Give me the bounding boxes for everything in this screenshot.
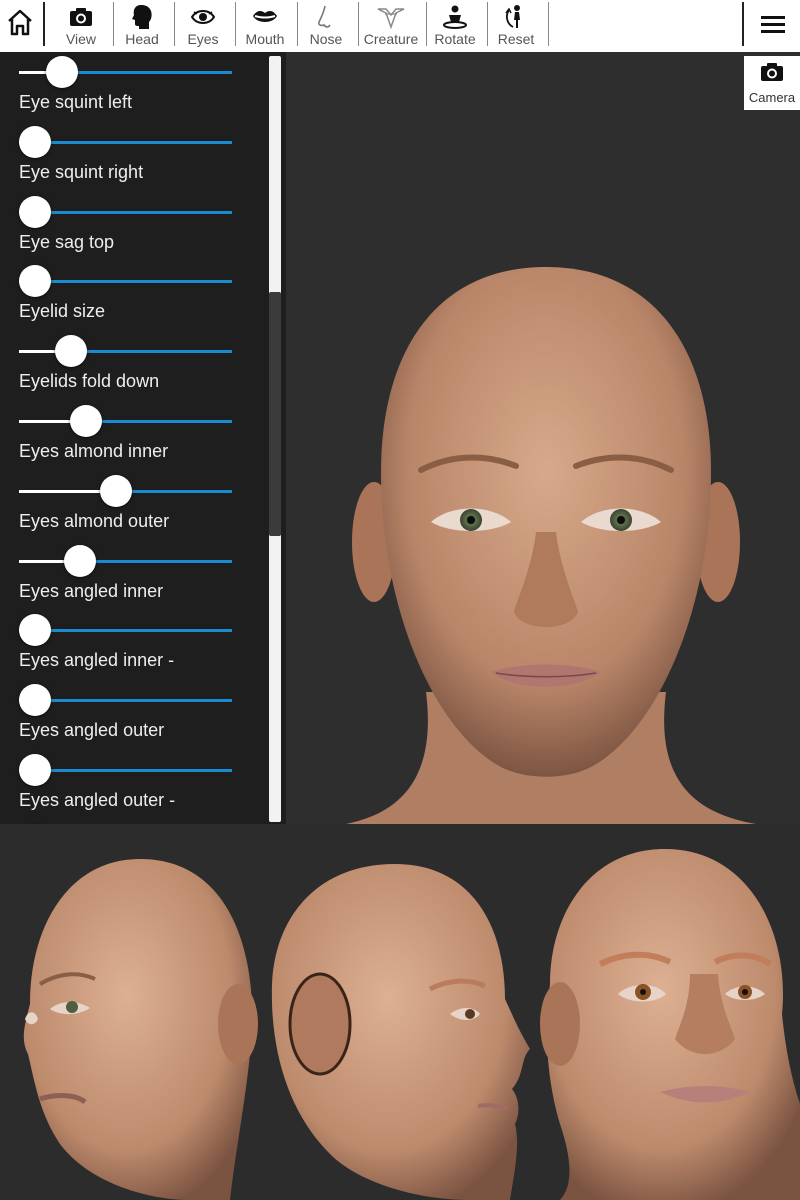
morph-slider-panel: Eye squint left Eye squint right Eye sag t… [0,52,258,824]
lips-icon [251,3,279,31]
nose-button[interactable]: Nose [300,0,352,50]
morph-slider: Eyes almond inner [0,385,258,461]
head-renders-angled [23,849,800,1200]
slider-thumb[interactable] [19,125,51,158]
camera-label: Camera [748,90,796,105]
slider-thumb[interactable] [19,195,51,228]
slider-thumb[interactable] [19,614,51,647]
morph-slider: Eyelids fold down [0,315,258,391]
hamburger-menu-icon [761,10,785,38]
toolbar-divider [548,2,549,46]
morph-slider: Eyes angled inner - [0,594,258,670]
3d-viewport[interactable] [286,52,800,824]
head-label: Head [125,31,159,47]
head-render-front [346,267,756,824]
panel-scrollbar-thumb[interactable] [269,292,281,536]
eyes-button[interactable]: Eyes [177,0,229,50]
slider-thumb[interactable] [19,265,51,298]
head-silhouette-icon [130,3,154,31]
mouth-label: Mouth [245,31,285,47]
rotate-button[interactable]: Rotate [429,0,481,50]
toolbar-divider [43,2,45,46]
morph-slider: Eyes angled outer [0,664,258,740]
morph-slider: Eyelid size [0,245,258,321]
nose-label: Nose [309,31,343,47]
head-render-profile [271,864,530,1200]
camera-icon [68,3,94,31]
nose-icon [315,3,337,31]
slider-thumb[interactable] [100,474,133,507]
camera-button[interactable]: Camera [744,56,800,110]
eyes-label: Eyes [187,31,219,47]
slider-thumb[interactable] [69,405,102,437]
creature-label: Creature [363,31,419,47]
morph-slider: Eyes angled outer - [0,734,258,810]
slider-thumb[interactable] [46,56,79,88]
morph-slider: Eye sag top [0,176,258,252]
rotate-person-icon [442,3,468,31]
menu-button[interactable] [748,0,798,50]
morph-slider: Eye squint left [0,52,258,112]
slider-label: Eyes angled outer - [19,790,176,810]
slider-thumb[interactable] [64,544,97,577]
camera-icon [759,61,785,88]
reset-label: Reset [497,31,535,47]
head-button[interactable]: Head [116,0,168,50]
toolbar-divider [358,2,359,46]
morph-slider: Eyes almond outer [0,455,258,531]
creature-button[interactable]: Creature [361,0,421,50]
slider-thumb[interactable] [19,684,51,717]
morph-slider: Eye squint right [0,106,258,182]
toolbar-divider [297,2,298,46]
toolbar-divider [235,2,236,46]
toolbar-divider [426,2,427,46]
mouth-button[interactable]: Mouth [238,0,292,50]
reset-person-icon [503,3,529,31]
eye-icon [190,3,216,31]
view-button[interactable]: View [55,0,107,50]
head-preview-gallery [0,824,800,1200]
head-render-left [23,859,258,1200]
toolbar-divider [487,2,488,46]
home-button[interactable] [0,0,40,50]
head-render-right [540,849,800,1200]
slider-thumb[interactable] [55,335,88,368]
view-label: View [65,31,97,47]
morph-slider: Eyes angled inner [0,525,258,601]
home-icon [6,8,34,36]
toolbar-divider [742,2,744,46]
slider-thumb[interactable] [19,754,51,786]
rotate-label: Rotate [434,31,476,47]
toolbar-divider [113,2,114,46]
top-toolbar: View Head Eyes Mouth Nose Creature Rotat… [0,0,800,53]
reset-button[interactable]: Reset [490,0,542,50]
creature-icon [376,3,406,31]
toolbar-divider [174,2,175,46]
